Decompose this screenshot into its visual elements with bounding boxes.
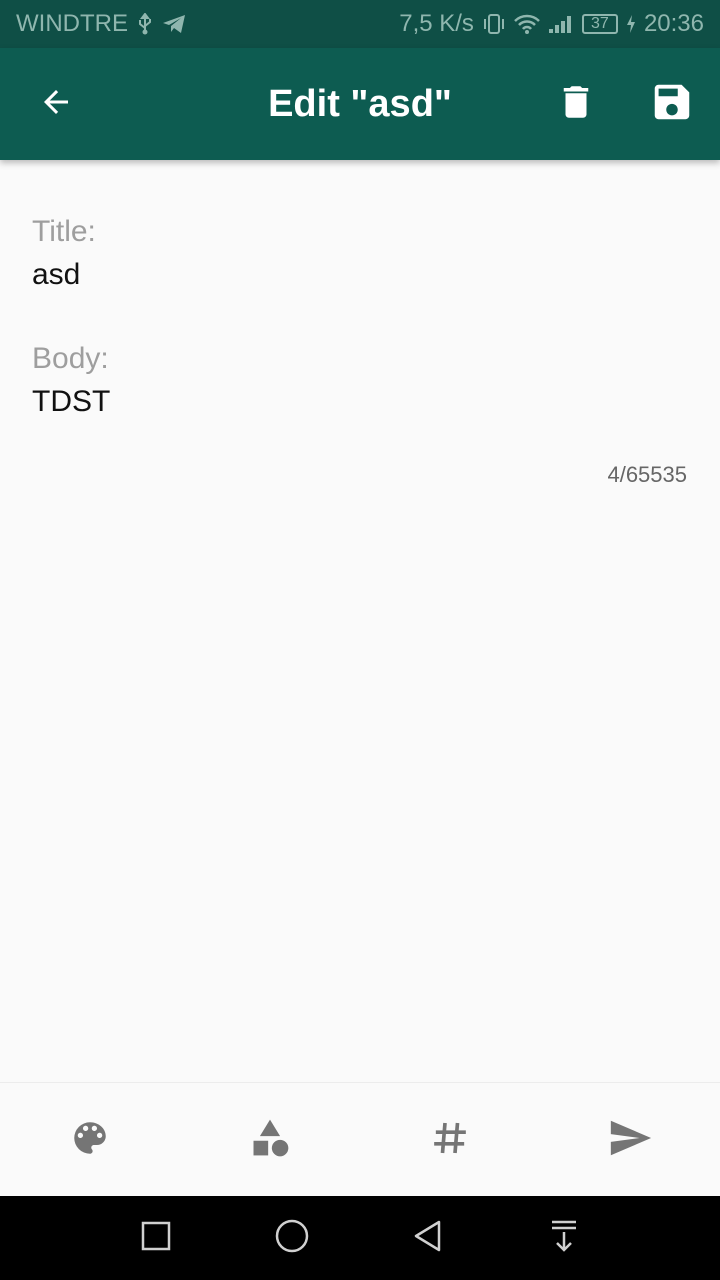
vibrate-icon xyxy=(482,13,506,35)
network-speed: 7,5 K/s xyxy=(399,10,474,37)
palette-icon xyxy=(69,1117,111,1164)
page-title: Edit "asd" xyxy=(268,82,452,125)
notifications-pull-down-icon xyxy=(548,1219,580,1258)
status-right: 7,5 K/s 37 20:36 xyxy=(399,10,704,38)
status-bar: WINDTRE 7,5 K/s 37 20:36 xyxy=(0,0,720,48)
hashtag-icon xyxy=(430,1118,470,1163)
tags-button[interactable] xyxy=(425,1115,475,1165)
bottom-toolbar xyxy=(0,1082,720,1196)
color-button[interactable] xyxy=(65,1115,115,1165)
save-icon xyxy=(649,79,695,130)
send-icon xyxy=(607,1115,653,1166)
back-triangle-icon xyxy=(412,1219,444,1258)
body-label: Body: xyxy=(32,342,109,375)
back-nav-button[interactable] xyxy=(406,1216,450,1260)
share-button[interactable] xyxy=(605,1115,655,1165)
status-left: WINDTRE xyxy=(16,10,186,38)
delete-button[interactable] xyxy=(548,76,604,132)
screen: WINDTRE 7,5 K/s 37 20:36 Edit "asd" Titl… xyxy=(0,0,720,1280)
body-field[interactable]: TDST xyxy=(32,385,110,419)
delete-icon xyxy=(555,81,597,128)
usb-icon xyxy=(136,13,154,35)
battery-icon: 37 xyxy=(581,14,618,34)
recents-square-icon xyxy=(140,1220,172,1257)
recents-button[interactable] xyxy=(134,1216,178,1260)
title-field[interactable]: asd xyxy=(32,258,80,292)
back-button[interactable] xyxy=(28,76,84,132)
clock: 20:36 xyxy=(643,10,704,37)
home-button[interactable] xyxy=(270,1216,314,1260)
category-button[interactable] xyxy=(245,1115,295,1165)
back-arrow-icon xyxy=(38,84,74,125)
navigation-bar xyxy=(0,1196,720,1280)
save-button[interactable] xyxy=(644,76,700,132)
carrier-name: WINDTRE xyxy=(16,10,128,37)
title-label: Title: xyxy=(32,215,96,248)
notifications-button[interactable] xyxy=(542,1216,586,1260)
telegram-icon xyxy=(162,14,186,34)
category-shapes-icon xyxy=(248,1116,292,1165)
home-circle-icon xyxy=(274,1218,310,1259)
app-bar: Edit "asd" xyxy=(0,48,720,160)
charging-icon xyxy=(626,14,636,34)
battery-level: 37 xyxy=(591,15,609,32)
signal-icon xyxy=(548,14,574,34)
character-counter: 4/65535 xyxy=(607,462,687,487)
wifi-icon xyxy=(514,14,540,34)
